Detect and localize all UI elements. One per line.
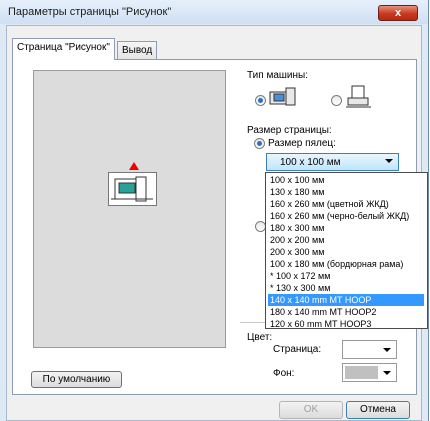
hoop-size-dropdown: 100 x 100 мм 130 x 180 мм 160 x 260 мм (… [265, 172, 428, 329]
bg-color-select[interactable] [342, 363, 397, 382]
chevron-down-icon [383, 348, 391, 352]
hoop-size-select[interactable]: 100 x 100 мм [266, 153, 399, 171]
option-180x140-mt-hoop2[interactable]: 180 x 140 mm MT HOOP2 [268, 306, 424, 318]
hoop-marker-icon [129, 162, 139, 170]
option-140x140-mt-hoop[interactable]: 140 x 140 mm MT HOOP [268, 294, 424, 306]
tab-label: Страница "Рисунок" [17, 42, 110, 53]
default-button[interactable]: По умолчанию [31, 371, 122, 388]
sewing-machine-icon [268, 86, 298, 111]
machine-radio-sewing[interactable] [255, 95, 266, 106]
option-160x260-color[interactable]: 160 x 260 мм (цветной ЖКД) [268, 198, 424, 210]
sewing-machine-preview-icon [108, 172, 157, 206]
machine-radio-overlock[interactable] [331, 95, 342, 106]
page-color-swatch [345, 343, 378, 356]
option-180x300[interactable]: 180 x 300 мм [268, 222, 424, 234]
close-icon: x [394, 7, 402, 19]
option-100x172[interactable]: * 100 x 172 мм [268, 270, 424, 282]
page-color-select[interactable] [342, 340, 397, 359]
dialog-window: Параметры страницы "Рисунок" x Страница … [0, 0, 429, 421]
hoop-size-radio[interactable] [254, 138, 265, 149]
color-group-line [240, 322, 265, 323]
option-100x180-border[interactable]: 100 x 180 мм (бордюрная рама) [268, 258, 424, 270]
title-bar[interactable]: Параметры страницы "Рисунок" x [0, 0, 428, 24]
page-size-label: Размер страницы: [247, 125, 332, 136]
ok-button[interactable]: OK [279, 401, 343, 419]
page-color-label: Страница: [273, 344, 322, 355]
option-200x300[interactable]: 200 x 300 мм [268, 246, 424, 258]
tab-output[interactable]: Вывод [117, 41, 157, 60]
window-title: Параметры страницы "Рисунок" [8, 6, 172, 18]
option-130x180[interactable]: 130 x 180 мм [268, 186, 424, 198]
close-button[interactable]: x [378, 5, 418, 21]
option-100x100[interactable]: 100 x 100 мм [268, 174, 424, 186]
option-130x300[interactable]: * 130 x 300 мм [268, 282, 424, 294]
option-200x200[interactable]: 200 x 200 мм [268, 234, 424, 246]
tab-page-drawing[interactable]: Страница "Рисунок" [12, 38, 115, 60]
embroidery-machine-icon [345, 84, 373, 113]
machine-type-label: Тип машины: [247, 70, 308, 81]
page-preview [33, 70, 226, 348]
bg-color-swatch [345, 366, 378, 379]
color-label: Цвет: [247, 332, 273, 343]
cancel-button[interactable]: Отмена [346, 401, 410, 419]
hoop-size-value: 100 x 100 мм [280, 157, 341, 168]
tab-label: Вывод [122, 45, 153, 56]
option-160x260-mono[interactable]: 160 x 260 мм (черно-белый ЖКД) [268, 210, 424, 222]
chevron-down-icon [383, 371, 391, 375]
option-120x60-mt-hoop3[interactable]: 120 x 60 mm MT HOOP3 [268, 318, 424, 330]
hoop-size-label: Размер пялец: [268, 138, 336, 149]
chevron-down-icon [385, 159, 393, 163]
bg-color-label: Фон: [273, 368, 295, 379]
